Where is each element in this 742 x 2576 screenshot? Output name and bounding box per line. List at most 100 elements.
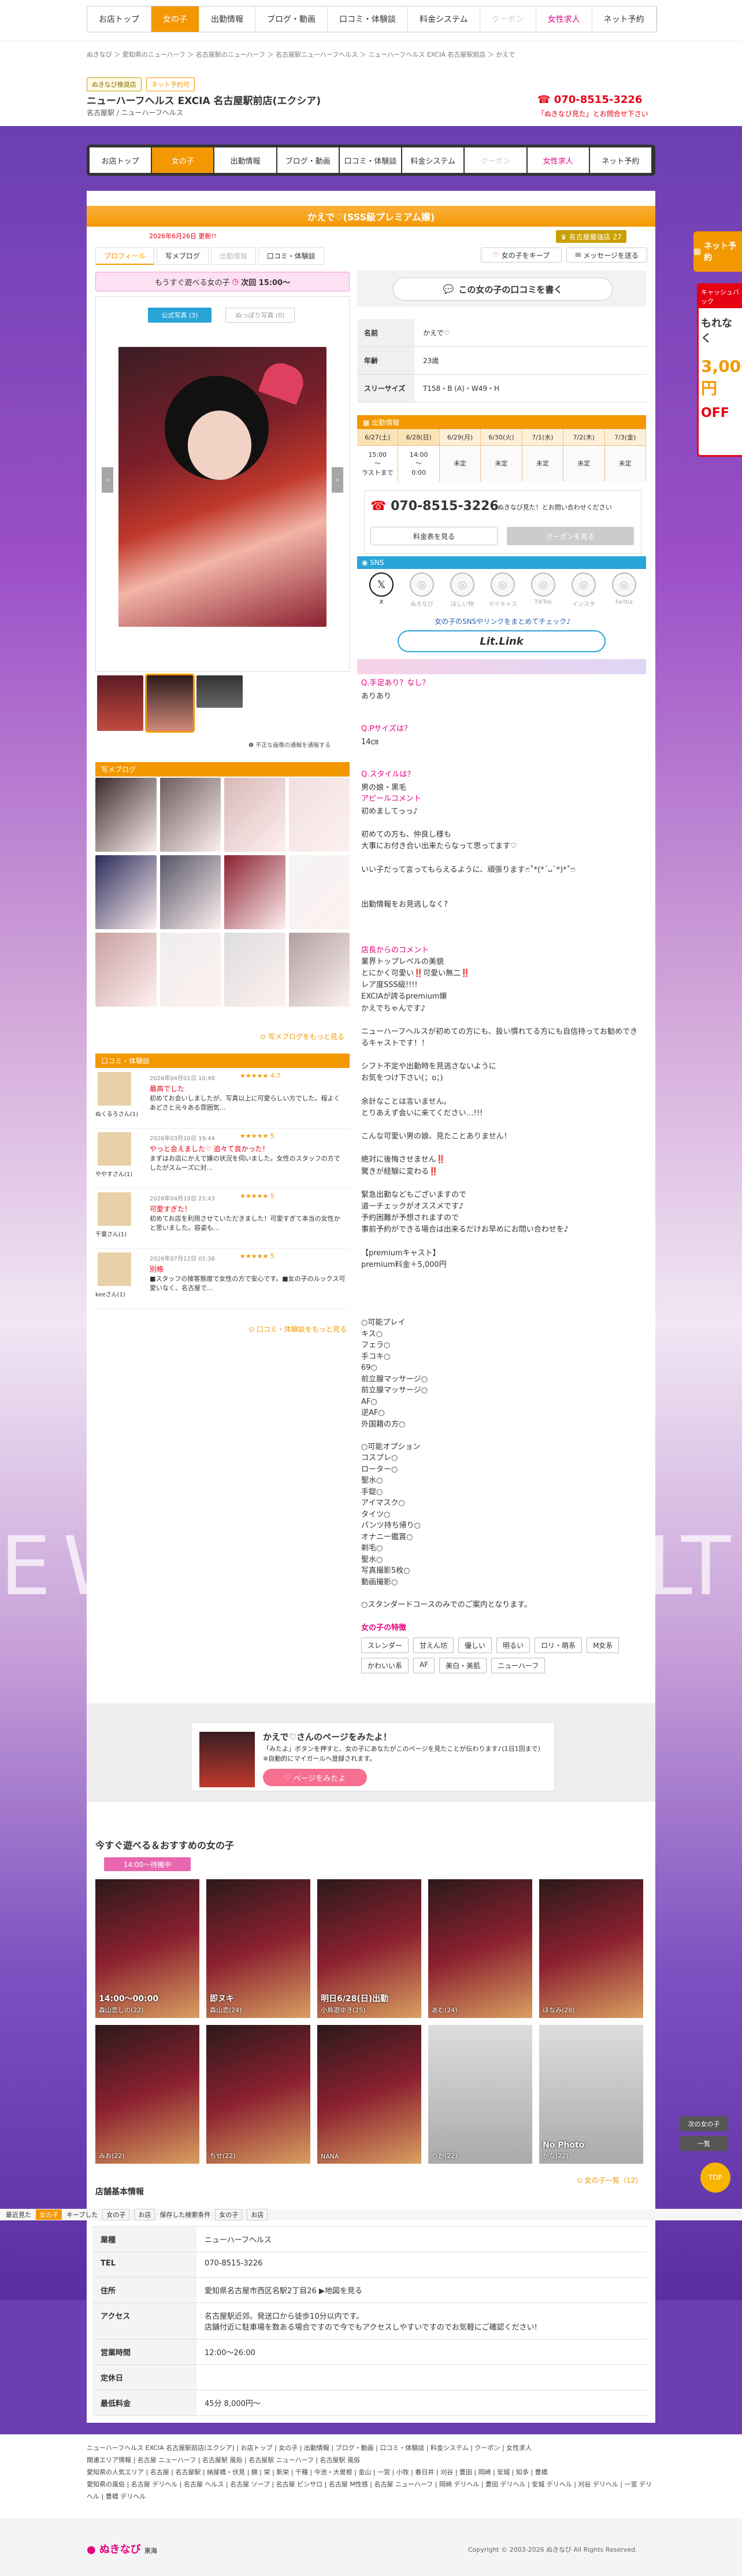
nav-item[interactable]: 口コミ・体験談 xyxy=(339,147,402,173)
blog-thumb[interactable] xyxy=(288,855,350,929)
top-item[interactable]: お店トップ xyxy=(87,6,151,32)
blog-thumb[interactable] xyxy=(159,855,221,929)
next-photo-arrow-icon[interactable]: › xyxy=(332,467,343,493)
side-campaign-banner[interactable]: キャッシュバック もれなく 3,000円 OFF xyxy=(697,283,742,457)
reviews-more-link[interactable]: ⊙ 口コミ・体験談をもっと見る xyxy=(248,1324,347,1334)
footer-shop-line[interactable]: ニューハーフヘルス EXCIA 名古屋駅前店(エクシア) | お店トップ | 女… xyxy=(87,2442,655,2455)
history-chip-girl[interactable]: 女の子 xyxy=(36,2209,62,2220)
trait-tag[interactable]: 優しい xyxy=(458,1638,492,1653)
blog-thumb[interactable] xyxy=(159,933,221,1007)
blog-thumb[interactable] xyxy=(288,933,350,1007)
review-item[interactable]: keeさん(1) 2026年07月12日 01:36 ★★★★★ 5 別格 ■スタッフの… xyxy=(95,1249,350,1309)
nav-item[interactable]: 女の子 xyxy=(152,147,214,173)
sns-item[interactable]: ◎ ぬきなび xyxy=(405,572,439,608)
nav-item[interactable]: お店トップ xyxy=(90,147,151,173)
top-item[interactable]: 女性求人 xyxy=(536,6,592,32)
recommend-card[interactable]: 即ヌキ 森山恋(24) xyxy=(206,1879,310,2018)
top-item[interactable]: 出勤情報 xyxy=(199,6,255,32)
top-item[interactable]: ネット予約 xyxy=(592,6,656,32)
sns-item[interactable]: ◎ Fantia xyxy=(607,572,641,608)
girl-tab[interactable]: 口コミ・体験談 xyxy=(258,247,324,265)
blog-thumb[interactable] xyxy=(95,778,157,852)
side-reserve-button[interactable]: ▦ ネット予約 xyxy=(693,231,742,272)
message-button[interactable]: ✉ メッセージを送る xyxy=(566,247,647,263)
sns-item[interactable]: ◎ ほしい物 xyxy=(445,572,480,608)
recommend-card[interactable]: No Photo かな(22) xyxy=(539,2025,643,2164)
kept-chip-shop[interactable]: お店 xyxy=(134,2209,155,2220)
sns-item[interactable]: 𝕏X xyxy=(364,572,399,608)
recommend-more-link[interactable]: ⊙ 女の子一覧（12） xyxy=(577,2175,642,2185)
footer-popular-area[interactable]: 愛知県の人気エリア | 名古屋 | 名古屋駅 | 納屋橋・伏見 | 錦 | 栄 … xyxy=(87,2467,655,2479)
recommend-card[interactable]: みお(22) xyxy=(95,2025,199,2164)
blog-thumb[interactable] xyxy=(159,778,221,852)
nav-item[interactable]: クーポン xyxy=(465,147,526,173)
top-item[interactable]: ブログ・動画 xyxy=(255,6,328,32)
side-list[interactable]: 一覧 xyxy=(680,2136,728,2151)
blog-thumb[interactable] xyxy=(224,778,285,852)
main-photo[interactable] xyxy=(118,347,327,627)
review-item[interactable]: ぬくるろさん(1) 2026年04月01日 10:48 ★★★★★ 4.7 最高でした… xyxy=(95,1069,350,1129)
prev-photo-arrow-icon[interactable]: ‹ xyxy=(102,467,113,493)
recommend-card[interactable]: りか(22) xyxy=(428,2025,532,2164)
top-item[interactable]: 料金システム xyxy=(408,6,480,32)
coupon-button[interactable]: クーポンを見る xyxy=(507,527,634,545)
sns-item[interactable]: ◎ インスタ xyxy=(566,572,601,608)
nav-item[interactable]: 料金システム xyxy=(402,147,464,173)
nav-item[interactable]: 出勤情報 xyxy=(214,147,276,173)
trait-tag[interactable]: スレンダー xyxy=(361,1638,409,1653)
sns-item[interactable]: ◎ TikTok xyxy=(526,572,561,608)
blog-thumb[interactable] xyxy=(224,855,285,929)
side-next-girl[interactable]: 次の女の子 xyxy=(680,2116,728,2131)
tab-user-photos[interactable]: ぬっぽり写真 (0) xyxy=(225,308,295,323)
photo-thumb[interactable] xyxy=(145,674,195,733)
blog-more-link[interactable]: ⊙ 写メブログをもっと見る xyxy=(260,1032,344,1041)
keep-button[interactable]: ♡ 女の子をキープ xyxy=(481,247,562,263)
blog-thumb[interactable] xyxy=(288,778,350,852)
blog-thumb[interactable] xyxy=(95,855,157,929)
trait-tag[interactable]: ロリ・萌系 xyxy=(535,1638,583,1653)
trait-tag[interactable]: AF xyxy=(413,1658,435,1673)
photo-report[interactable]: ❶ 不正な画像の通報を通報する xyxy=(248,740,331,749)
photo-thumb[interactable] xyxy=(196,675,243,708)
trait-tag[interactable]: 明るい xyxy=(496,1638,530,1653)
photo-thumb[interactable] xyxy=(97,675,143,731)
trait-tag[interactable]: ニューハーフ xyxy=(491,1658,546,1673)
promo-button[interactable]: ♡ ページをみたよ xyxy=(263,1769,367,1786)
recommend-card[interactable]: NANA xyxy=(317,2025,421,2164)
trait-tag[interactable]: かわいい系 xyxy=(361,1658,409,1673)
nav-item[interactable]: ネット予約 xyxy=(589,147,651,173)
shop-name[interactable]: ニューハーフヘルス EXCIA 名古屋駅前店(エクシア) xyxy=(87,93,321,107)
girl-tab[interactable]: 写メブログ xyxy=(156,247,209,265)
girl-tab[interactable]: プロフィール xyxy=(95,247,154,265)
litlink-button[interactable]: Lit.Link xyxy=(398,630,606,652)
tel-number[interactable]: ☎ 070-8515-3226 xyxy=(370,499,499,513)
review-item[interactable]: ややすさん(1) 2026年03月10日 19:44 ★★★★★ 5 やっと会えました… xyxy=(95,1129,350,1189)
blog-thumb[interactable] xyxy=(224,933,285,1007)
nav-item[interactable]: 女性求人 xyxy=(527,147,589,173)
recommend-card[interactable]: ちせ(22) xyxy=(206,2025,310,2164)
top-item[interactable]: クーポン xyxy=(480,6,536,32)
nav-item[interactable]: ブログ・動画 xyxy=(277,147,339,173)
write-review-button[interactable]: 💬 この女の子の口コミを書く xyxy=(393,278,613,301)
sns-item[interactable]: ◎ マイキャス xyxy=(485,572,520,608)
footer-aichi-fuzoku[interactable]: 愛知県の風俗 | 名古屋 デリヘル | 名古屋 ヘルス | 名古屋 ソープ | … xyxy=(87,2479,655,2503)
review-item[interactable]: 千葉さん(1) 2026年04月19日 21:43 ★★★★★ 5 可愛すぎた！ 初めて… xyxy=(95,1189,350,1249)
girl-tab[interactable]: 出勤情報 xyxy=(210,247,256,265)
footer-related-area[interactable]: 関連エリア情報 | 名古屋 ニューハーフ | 名古屋駅 風俗 | 名古屋駅 ニュ… xyxy=(87,2455,655,2467)
top-item[interactable]: 口コミ・体験談 xyxy=(328,6,408,32)
shop-tel[interactable]: ☎ 070-8515-3226 xyxy=(537,94,642,106)
top-item[interactable]: 女の子 xyxy=(151,6,199,32)
tab-official-photos[interactable]: 公式写真 (3) xyxy=(148,308,212,323)
recommend-card[interactable]: ほなみ(28) xyxy=(539,1879,643,2018)
page-top-button[interactable]: TOP xyxy=(700,2163,730,2193)
blog-thumb[interactable] xyxy=(95,933,157,1007)
saved-chip-girl[interactable]: 女の子 xyxy=(215,2209,243,2220)
recommend-card[interactable]: あむ(24) xyxy=(428,1879,532,2018)
trait-tag[interactable]: 美白・美肌 xyxy=(439,1658,487,1673)
recommend-card[interactable]: 14:00〜00:00 森山恋しの(22) xyxy=(95,1879,199,2018)
footer-logo[interactable]: ● ぬきなび 東海 xyxy=(87,2541,157,2556)
trait-tag[interactable]: M女系 xyxy=(587,1638,619,1653)
price-button[interactable]: 料金表を見る xyxy=(370,527,498,545)
trait-tag[interactable]: 甘えん坊 xyxy=(413,1638,454,1653)
saved-chip-shop[interactable]: お店 xyxy=(247,2209,268,2220)
